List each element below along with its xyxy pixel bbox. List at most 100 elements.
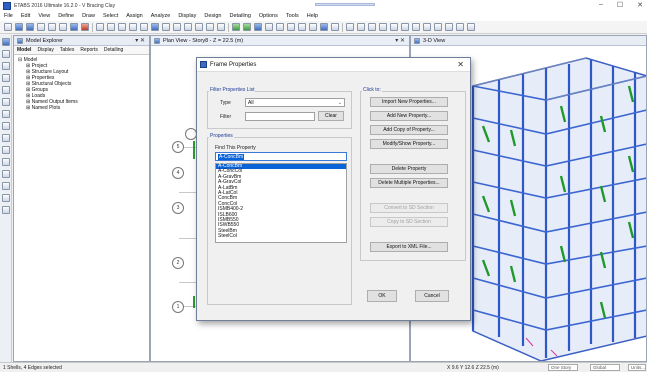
menu-tools[interactable]: Tools — [286, 13, 299, 19]
close-window-button[interactable]: ✕ — [637, 1, 643, 9]
move-down-icon[interactable] — [243, 23, 251, 31]
open-file-icon[interactable] — [15, 23, 23, 31]
menu-options[interactable]: Options — [259, 13, 278, 19]
menu-assign[interactable]: Assign — [126, 13, 143, 19]
convert-sd-button[interactable]: Convert to SD Section — [370, 203, 448, 213]
type-select[interactable]: All ⌄ — [245, 98, 345, 107]
grid-bubble[interactable]: 1 — [172, 301, 184, 313]
redo-icon[interactable] — [48, 23, 56, 31]
draw-link-icon[interactable] — [467, 23, 475, 31]
lock-icon[interactable] — [70, 23, 78, 31]
menu-file[interactable]: File — [4, 13, 13, 19]
pointer-icon[interactable] — [162, 23, 170, 31]
object-shrink-icon[interactable] — [276, 23, 284, 31]
draw-opening-icon[interactable] — [412, 23, 420, 31]
draw-beam-icon[interactable] — [357, 23, 365, 31]
add-property-button[interactable]: Add New Property... — [370, 111, 448, 121]
plan-view-icon[interactable] — [184, 23, 192, 31]
menu-view[interactable]: View — [38, 13, 50, 19]
zoom-in-icon[interactable] — [107, 23, 115, 31]
save-icon[interactable] — [26, 23, 34, 31]
menu-define[interactable]: Define — [58, 13, 74, 19]
grid-bubble[interactable]: 5 — [172, 141, 184, 153]
list-item[interactable]: SteelCol — [216, 233, 346, 239]
tab-detailing[interactable]: Detailing — [104, 47, 123, 53]
draw-dimension-v-icon[interactable] — [1, 194, 10, 202]
draw-section-cut-icon[interactable] — [445, 23, 453, 31]
zoom-out-icon[interactable] — [118, 23, 126, 31]
draw-brace-v-icon[interactable] — [1, 74, 10, 82]
grid-bubble[interactable]: 2 — [172, 257, 184, 269]
story-select[interactable]: One Story — [548, 364, 578, 371]
run-analysis-icon[interactable] — [81, 23, 89, 31]
copy-sd-button[interactable]: Copy to SD Section — [370, 217, 448, 227]
draw-opening-v-icon[interactable] — [1, 146, 10, 154]
draw-joint-icon[interactable] — [346, 23, 354, 31]
add-copy-button[interactable]: Add Copy of Property... — [370, 125, 448, 135]
export-xml-button[interactable]: Export to XML File... — [370, 242, 448, 252]
plan-view-controls-icon[interactable]: ▾ ✕ — [395, 37, 405, 44]
find-property-input[interactable]: A-ConcBm — [215, 152, 347, 161]
tab-reports[interactable]: Reports — [80, 47, 98, 53]
snap-icon[interactable] — [287, 23, 295, 31]
menu-draw[interactable]: Draw — [82, 13, 95, 19]
grid-bubble[interactable]: 4 — [172, 167, 184, 179]
zoom-extents-icon[interactable] — [129, 23, 137, 31]
pan-icon[interactable] — [151, 23, 159, 31]
draw-reference-icon[interactable] — [434, 23, 442, 31]
filter-input[interactable] — [245, 112, 315, 121]
delete-multiple-button[interactable]: Delete Multiple Properties... — [370, 178, 448, 188]
new-model-icon[interactable] — [4, 23, 12, 31]
zoom-window-icon[interactable] — [96, 23, 104, 31]
draw-grid-icon[interactable] — [1, 170, 10, 178]
clear-button[interactable]: Clear — [318, 111, 344, 121]
draw-tendon-icon[interactable] — [456, 23, 464, 31]
tab-tables[interactable]: Tables — [60, 47, 74, 53]
grid-bubble[interactable]: 3 — [172, 202, 184, 214]
pointer-select-icon[interactable] — [1, 38, 10, 46]
modify-property-button[interactable]: Modify/Show Property... — [370, 139, 448, 149]
pencil-icon[interactable] — [59, 23, 67, 31]
draw-floor-icon[interactable] — [401, 23, 409, 31]
tab-display[interactable]: Display — [37, 47, 53, 53]
dialog-close-icon[interactable]: ✕ — [457, 60, 464, 69]
draw-section-icon[interactable] — [1, 182, 10, 190]
select-all-icon[interactable] — [298, 23, 306, 31]
frame-section-icon[interactable] — [331, 23, 339, 31]
grid-icon[interactable] — [265, 23, 273, 31]
menu-detailing[interactable]: Detailing — [230, 13, 251, 19]
deselect-icon[interactable] — [309, 23, 317, 31]
units-button[interactable]: Units... — [628, 364, 646, 371]
ok-button[interactable]: OK — [367, 290, 397, 302]
tab-model[interactable]: Model — [17, 47, 31, 53]
draw-wall-icon[interactable] — [390, 23, 398, 31]
elevation-view-icon[interactable] — [195, 23, 203, 31]
selected-beam[interactable] — [193, 296, 195, 308]
move-up-icon[interactable] — [232, 23, 240, 31]
draw-dimension-icon[interactable] — [423, 23, 431, 31]
perspective-icon[interactable] — [217, 23, 225, 31]
draw-brace-icon[interactable] — [379, 23, 387, 31]
menu-select[interactable]: Select — [103, 13, 118, 19]
rotate-3d-icon[interactable] — [206, 23, 214, 31]
quick-draw-icon[interactable] — [1, 86, 10, 94]
maximize-button[interactable]: ☐ — [617, 1, 623, 9]
minimize-button[interactable]: – — [599, 1, 603, 9]
display-options-icon[interactable] — [254, 23, 262, 31]
section-designer-icon[interactable] — [320, 23, 328, 31]
properties-list[interactable]: A-ConcBm A-ConcCol A-GravBm A-GravCol A-… — [215, 163, 347, 243]
menu-design[interactable]: Design — [204, 13, 221, 19]
coord-system-select[interactable]: Global — [590, 364, 620, 371]
undo-icon[interactable] — [37, 23, 45, 31]
import-properties-button[interactable]: Import New Properties... — [370, 97, 448, 107]
draw-area-icon[interactable] — [1, 98, 10, 106]
cancel-button[interactable]: Cancel — [415, 290, 449, 302]
draw-rectangle-icon[interactable] — [1, 110, 10, 118]
draw-wall-v-icon[interactable] — [1, 134, 10, 142]
zoom-previous-icon[interactable] — [140, 23, 148, 31]
menu-analyze[interactable]: Analyze — [151, 13, 171, 19]
panel-pin-close-icon[interactable]: ▾ ✕ — [135, 37, 145, 44]
draw-line-icon[interactable] — [1, 62, 10, 70]
menu-display[interactable]: Display — [178, 13, 196, 19]
reshape-icon[interactable] — [1, 50, 10, 58]
